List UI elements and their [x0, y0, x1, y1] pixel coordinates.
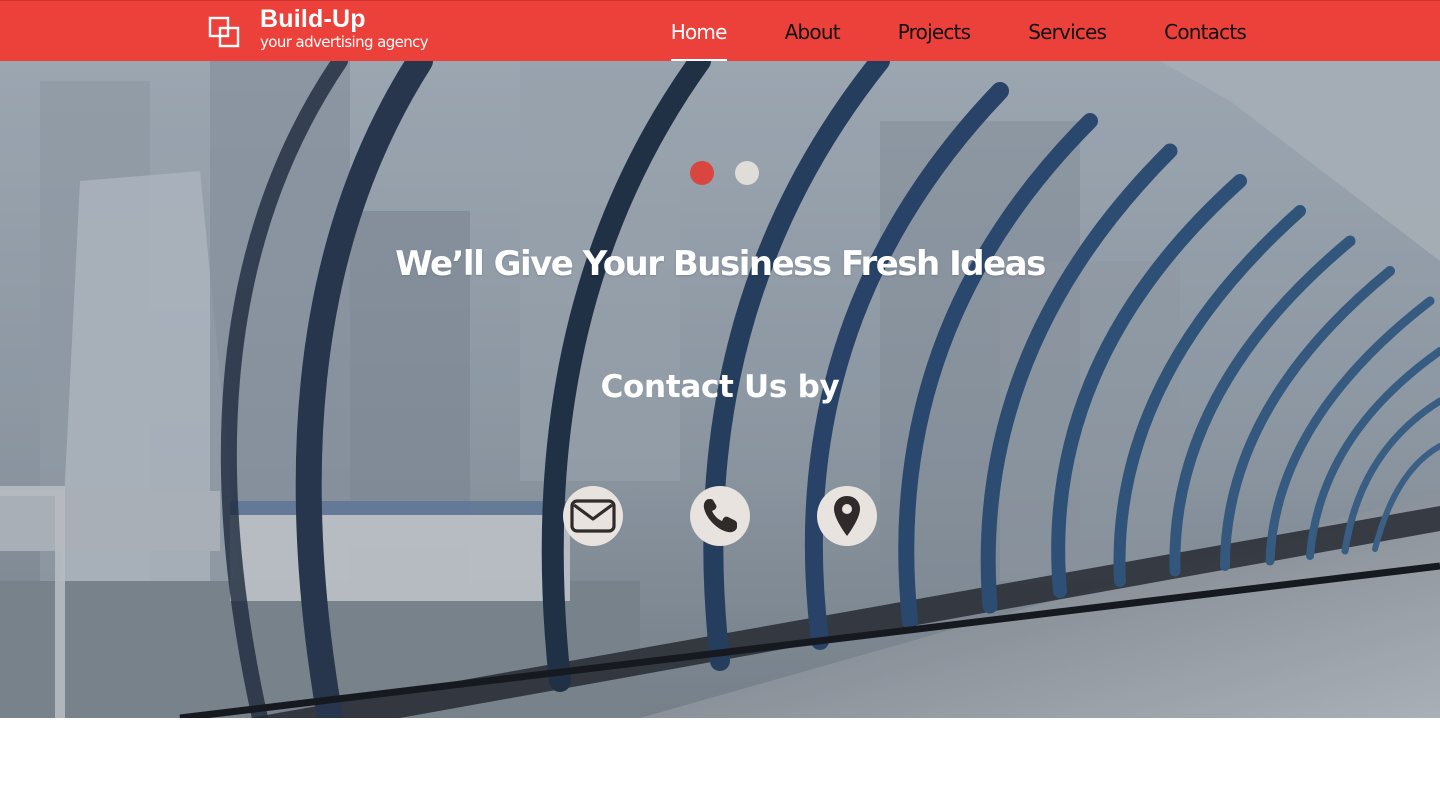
nav-item-projects[interactable]: Projects [898, 1, 971, 62]
logo-icon [208, 16, 240, 48]
contact-icons [563, 486, 877, 546]
phone-icon [703, 499, 737, 533]
slider-dot-1[interactable] [690, 161, 714, 185]
hero-section: We’ll Give Your Business Fresh Ideas Con… [0, 61, 1440, 718]
brand-subtitle: your advertising agency [260, 33, 429, 51]
location-button[interactable] [817, 486, 877, 546]
hero-headline: We’ll Give Your Business Fresh Ideas [395, 244, 1046, 284]
phone-button[interactable] [690, 486, 750, 546]
nav-item-services[interactable]: Services [1028, 1, 1107, 62]
brand-title: Build-Up [260, 5, 366, 33]
nav-item-home[interactable]: Home [670, 1, 727, 62]
site-header: Build-Up your advertising agency Home Ab… [0, 0, 1440, 62]
nav-item-contacts[interactable]: Contacts [1164, 1, 1247, 62]
email-button[interactable] [563, 486, 623, 546]
map-pin-icon [834, 496, 860, 536]
envelope-icon [570, 499, 616, 533]
slider-dots [690, 161, 780, 185]
nav-item-about[interactable]: About [785, 1, 841, 62]
brand[interactable]: Build-Up your advertising agency [208, 5, 429, 51]
contact-title: Contact Us by [600, 369, 840, 405]
slider-dot-2[interactable] [735, 161, 759, 185]
main-nav: Home About Projects Services Contacts [670, 1, 1247, 62]
